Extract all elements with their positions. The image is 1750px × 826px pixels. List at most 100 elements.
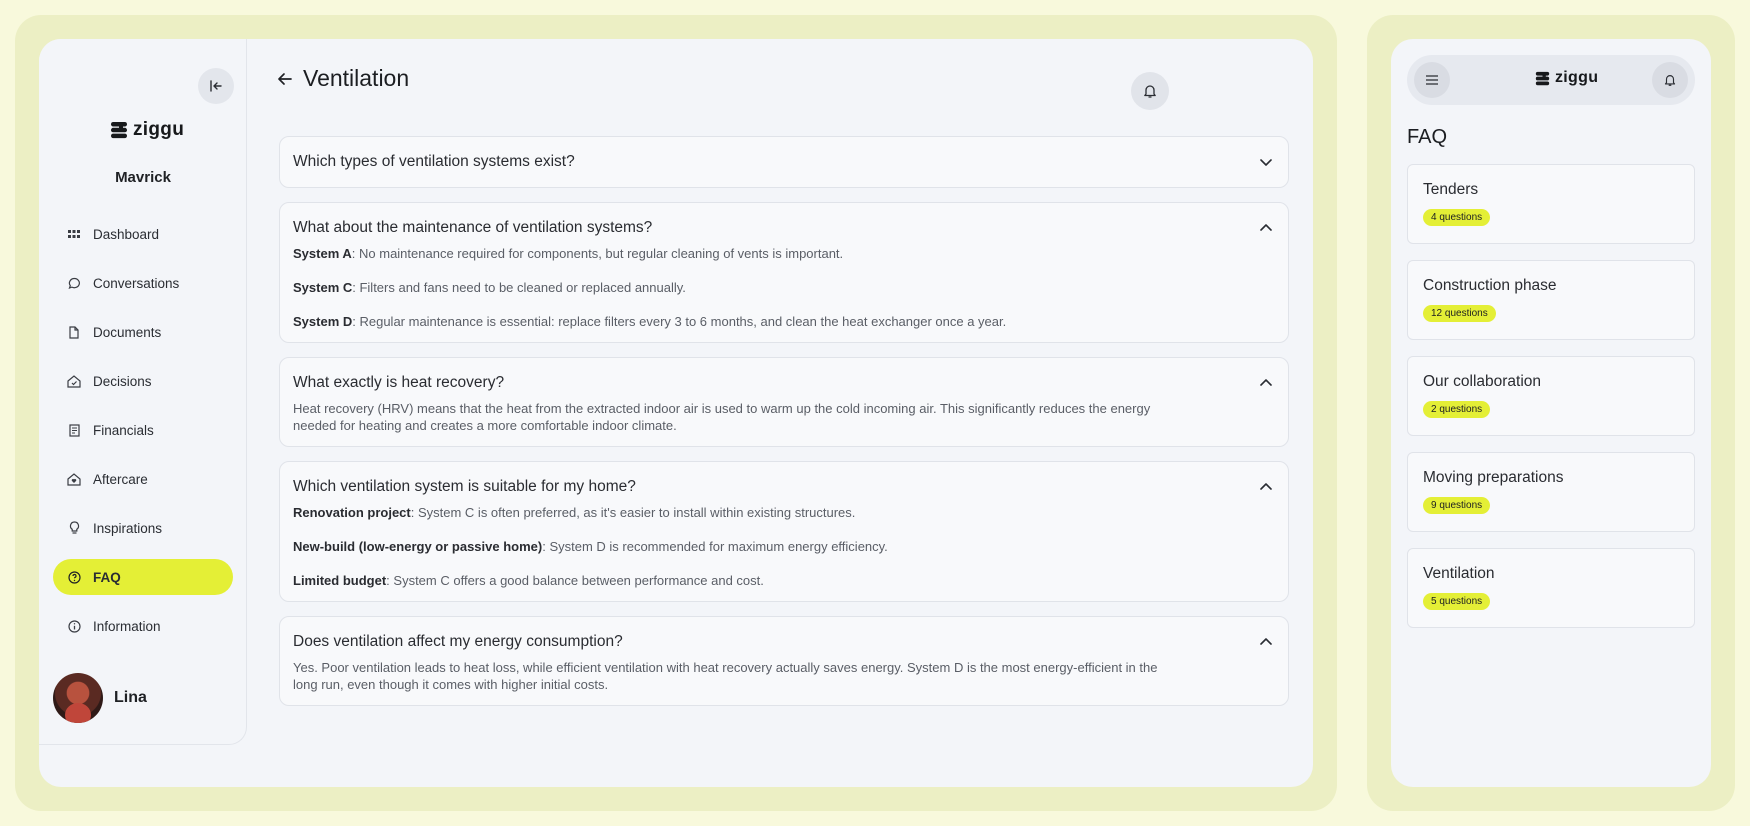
sidebar-item-documents[interactable]: Documents <box>53 314 233 350</box>
answer-text: : System C offers a good balance between… <box>386 573 764 588</box>
question-count-badge: 5 questions <box>1423 593 1491 610</box>
question-count-badge: 4 questions <box>1423 209 1491 226</box>
faq-item[interactable]: Which types of ventilation systems exist… <box>279 136 1289 188</box>
answer-label: New-build (low-energy or passive home) <box>293 539 543 554</box>
faq-category-list: Tenders 4 questions Construction phase 1… <box>1407 164 1695 644</box>
faq-item[interactable]: Does ventilation affect my energy consum… <box>279 616 1289 706</box>
notifications-button[interactable] <box>1652 62 1688 98</box>
profile-name: Lina <box>114 689 147 706</box>
sidebar-item-label: Dashboard <box>93 226 160 242</box>
category-name: Tenders <box>1423 181 1479 198</box>
sidebar-item-inspirations[interactable]: Inspirations <box>53 510 233 546</box>
question-count-badge: 9 questions <box>1423 497 1491 514</box>
category-name: Our collaboration <box>1423 373 1542 390</box>
faq-category-card[interactable]: Construction phase 12 questions <box>1407 260 1695 340</box>
back-arrow-icon[interactable] <box>275 69 295 89</box>
category-name: Construction phase <box>1423 277 1557 294</box>
grid-icon <box>67 227 81 241</box>
faq-answer: Renovation project: System C is often pr… <box>293 504 1275 601</box>
sidebar-item-conversations[interactable]: Conversations <box>53 265 233 301</box>
ziggu-logo[interactable]: ziggu <box>1535 69 1598 87</box>
sidebar: ziggu Mavrick Dashboard Conversations Do… <box>39 39 247 745</box>
faq-item[interactable]: What exactly is heat recovery? Heat reco… <box>279 357 1289 447</box>
answer-text: : No maintenance required for components… <box>351 246 844 261</box>
ziggu-logo-icon <box>111 122 127 139</box>
menu-button[interactable] <box>1414 62 1450 98</box>
bell-icon <box>1144 85 1156 98</box>
answer-label: Renovation project <box>293 505 411 520</box>
chat-icon <box>67 276 81 290</box>
sidebar-item-financials[interactable]: Financials <box>53 412 233 448</box>
answer-text: : System C is often preferred, as it's e… <box>410 505 856 520</box>
sidebar-item-label: Conversations <box>93 275 180 291</box>
answer-label: System A <box>293 246 352 261</box>
category-name: Moving preparations <box>1423 469 1564 486</box>
chevron-up-icon[interactable] <box>1256 632 1276 652</box>
mobile-app: ziggu FAQ Tenders 4 questions Constructi… <box>1391 39 1711 787</box>
answer-text: Yes. Poor ventilation leads to heat loss… <box>293 660 1158 692</box>
info-icon <box>67 619 81 633</box>
house-heart-icon <box>67 472 81 486</box>
notifications-button[interactable] <box>1131 72 1169 110</box>
chevron-down-icon[interactable] <box>1256 152 1276 172</box>
question-count-badge: 2 questions <box>1423 401 1491 418</box>
sidebar-item-dashboard[interactable]: Dashboard <box>53 216 233 252</box>
sidebar-item-label: Decisions <box>93 373 152 389</box>
answer-text: : Regular maintenance is essential: repl… <box>352 314 1007 329</box>
receipt-icon <box>67 423 81 437</box>
faq-question[interactable]: Which types of ventilation systems exist… <box>293 137 1275 187</box>
logo-text: ziggu <box>1555 69 1599 86</box>
ziggu-logo[interactable]: ziggu <box>110 119 184 141</box>
faq-answer: Yes. Poor ventilation leads to heat loss… <box>293 659 1275 705</box>
avatar <box>53 673 103 723</box>
faq-category-card[interactable]: Tenders 4 questions <box>1407 164 1695 244</box>
logo-text: ziggu <box>133 119 185 140</box>
collapse-icon <box>210 80 222 92</box>
faq-item[interactable]: What about the maintenance of ventilatio… <box>279 202 1289 343</box>
chevron-up-icon[interactable] <box>1256 218 1276 238</box>
user-profile[interactable]: Lina <box>53 673 147 723</box>
mobile-header: ziggu <box>1407 55 1695 105</box>
main-content: Ventilation Which types of ventilation s… <box>275 39 1313 787</box>
answer-label: Limited budget <box>293 573 387 588</box>
house-check-icon <box>67 374 81 388</box>
faq-category-card[interactable]: Our collaboration 2 questions <box>1407 356 1695 436</box>
sidebar-item-faq[interactable]: FAQ <box>53 559 233 595</box>
page-title: Ventilation <box>303 65 410 91</box>
sidebar-nav: Dashboard Conversations Documents Decisi… <box>53 216 233 657</box>
hamburger-icon <box>1426 75 1438 85</box>
answer-text: Heat recovery (HRV) means that the heat … <box>293 401 1151 433</box>
faq-answer: Heat recovery (HRV) means that the heat … <box>293 400 1275 446</box>
ziggu-logo-icon <box>1535 71 1550 85</box>
answer-text: : System D is recommended for maximum en… <box>542 539 888 554</box>
faq-category-card[interactable]: Moving preparations 9 questions <box>1407 452 1695 532</box>
sidebar-item-label: Financials <box>93 422 154 438</box>
sidebar-item-label: Documents <box>93 324 162 340</box>
question-icon <box>67 570 81 584</box>
answer-label: System C <box>293 280 353 295</box>
mobile-page-title: FAQ <box>1407 126 1448 148</box>
faq-category-card[interactable]: Ventilation 5 questions <box>1407 548 1695 628</box>
faq-list: Which types of ventilation systems exist… <box>279 136 1289 720</box>
answer-label: System D <box>293 314 353 329</box>
sidebar-item-label: Aftercare <box>93 471 148 487</box>
sidebar-item-label: Information <box>93 618 161 634</box>
sidebar-item-label: Inspirations <box>93 520 163 536</box>
question-count-badge: 12 questions <box>1423 305 1496 322</box>
sidebar-item-aftercare[interactable]: Aftercare <box>53 461 233 497</box>
collapse-sidebar-button[interactable] <box>198 68 234 104</box>
document-icon <box>67 325 81 339</box>
faq-item[interactable]: Which ventilation system is suitable for… <box>279 461 1289 602</box>
sidebar-item-decisions[interactable]: Decisions <box>53 363 233 399</box>
lightbulb-icon <box>67 521 81 535</box>
chevron-up-icon[interactable] <box>1256 373 1276 393</box>
bell-icon <box>1664 75 1676 86</box>
sidebar-item-information[interactable]: Information <box>53 608 233 644</box>
chevron-up-icon[interactable] <box>1256 477 1276 497</box>
faq-answer: System A: No maintenance required for co… <box>293 245 1275 342</box>
answer-text: : Filters and fans need to be cleaned or… <box>352 280 686 295</box>
desktop-app: ziggu Mavrick Dashboard Conversations Do… <box>39 39 1313 787</box>
sidebar-item-label: FAQ <box>93 569 121 585</box>
category-name: Ventilation <box>1423 565 1495 582</box>
account-name: Mavrick <box>115 169 171 186</box>
